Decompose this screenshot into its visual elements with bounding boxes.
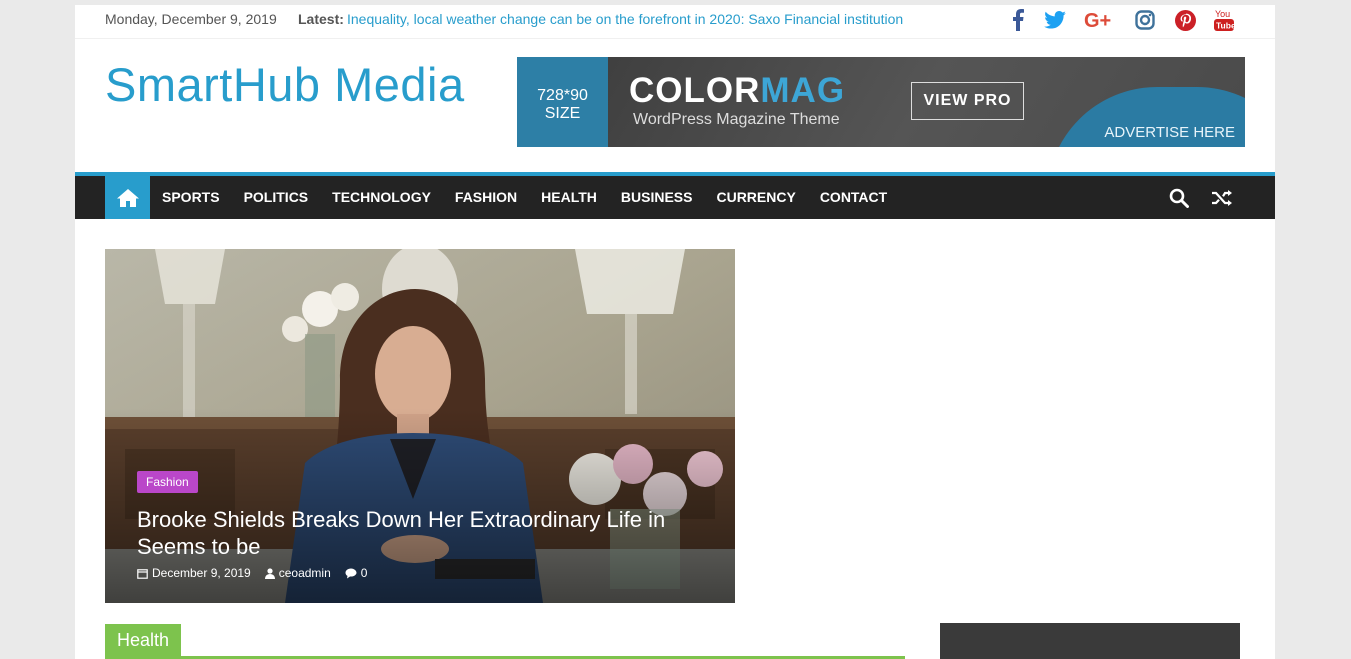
ad-subtitle: WordPress Magazine Theme: [633, 111, 840, 128]
health-section-heading: Health: [105, 624, 905, 659]
nav-item-technology[interactable]: TECHNOLOGY: [320, 176, 443, 219]
pinterest-icon[interactable]: [1173, 8, 1197, 32]
nav-item-health[interactable]: HEALTH: [529, 176, 609, 219]
main-navigation: SPORTS POLITICS TECHNOLOGY FASHION HEALT…: [75, 172, 1275, 219]
section-label[interactable]: Health: [105, 624, 182, 656]
current-date: Monday, December 9, 2019: [105, 11, 277, 27]
search-icon[interactable]: [1168, 187, 1190, 209]
ad-size-word: SIZE: [544, 105, 581, 122]
google-plus-icon[interactable]: G+: [1083, 8, 1117, 32]
post-meta: December 9, 2019 ceoadmin 0: [137, 566, 381, 580]
facebook-icon[interactable]: [1007, 8, 1029, 32]
sidebar-widget: [940, 623, 1240, 659]
home-icon: [116, 188, 139, 207]
user-icon: [264, 567, 275, 579]
ad-brand-a: COLOR: [629, 71, 761, 110]
nav-item-sports[interactable]: SPORTS: [150, 176, 232, 219]
youtube-icon[interactable]: You Tube: [1212, 8, 1236, 32]
nav-item-politics[interactable]: POLITICS: [232, 176, 321, 219]
featured-post[interactable]: Fashion Brooke Shields Breaks Down Her E…: [105, 249, 735, 603]
view-pro-button[interactable]: VIEW PRO: [911, 82, 1024, 120]
ad-size-label: 728*90: [537, 87, 588, 104]
post-author-text: ceoadmin: [278, 566, 331, 580]
latest-label: Latest:: [298, 11, 344, 27]
ad-brand: COLORMAG: [629, 71, 845, 111]
nav-item-business[interactable]: BUSINESS: [609, 176, 705, 219]
random-post-icon[interactable]: [1211, 187, 1233, 209]
svg-text:Tube: Tube: [1216, 21, 1235, 31]
calendar-icon: [137, 568, 148, 579]
advertisement-banner[interactable]: 728*90 SIZE COLORMAG WordPress Magazine …: [517, 57, 1245, 147]
home-button[interactable]: [105, 176, 150, 219]
page-wrapper: Monday, December 9, 2019 Latest: Inequal…: [75, 5, 1275, 659]
svg-text:G+: G+: [1084, 10, 1111, 30]
svg-text:You: You: [1215, 9, 1230, 19]
post-comments-count: 0: [360, 566, 368, 580]
instagram-icon[interactable]: [1133, 8, 1157, 32]
post-comments[interactable]: 0: [345, 566, 368, 580]
ad-size-box: 728*90 SIZE: [517, 57, 608, 147]
site-title[interactable]: SmartHub Media: [105, 57, 465, 112]
nav-item-currency[interactable]: CURRENCY: [704, 176, 807, 219]
post-author[interactable]: ceoadmin: [264, 566, 331, 580]
post-date[interactable]: December 9, 2019: [137, 566, 251, 580]
top-bar: Monday, December 9, 2019 Latest: Inequal…: [75, 5, 1275, 39]
comment-icon: [345, 568, 357, 578]
nav-item-contact[interactable]: CONTACT: [808, 176, 899, 219]
twitter-icon[interactable]: [1043, 8, 1067, 32]
advertise-here-label: ADVERTISE HERE: [1104, 124, 1235, 141]
category-badge[interactable]: Fashion: [137, 471, 198, 493]
latest-news-link[interactable]: Inequality, local weather change can be …: [347, 11, 903, 27]
featured-post-title[interactable]: Brooke Shields Breaks Down Her Extraordi…: [137, 506, 717, 560]
nav-item-fashion[interactable]: FASHION: [443, 176, 529, 219]
nav-menu: SPORTS POLITICS TECHNOLOGY FASHION HEALT…: [150, 176, 899, 219]
ad-brand-b: MAG: [760, 71, 846, 110]
post-date-text: December 9, 2019: [152, 566, 251, 580]
